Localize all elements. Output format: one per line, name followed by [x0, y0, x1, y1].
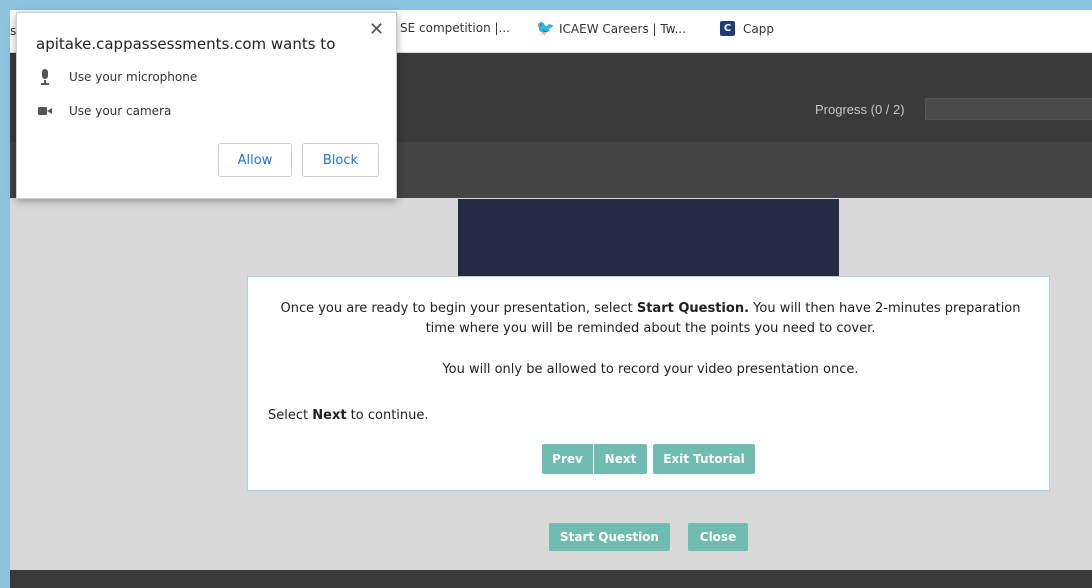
bookmark-capp[interactable]: C Capp	[720, 21, 774, 36]
allow-button[interactable]: Allow	[218, 143, 292, 177]
tutorial-note: You will only be allowed to record your …	[442, 362, 859, 377]
block-button[interactable]: Block	[302, 143, 379, 177]
bookmark-label: Capp	[743, 21, 774, 36]
permission-popup: apitake.cappassessments.com wants to ✕ U…	[16, 12, 397, 199]
permission-title: apitake.cappassessments.com wants to	[36, 35, 336, 53]
progress-bar	[925, 98, 1092, 120]
capp-icon: C	[720, 21, 735, 36]
tutorial-instructions: Once you are ready to begin your present…	[278, 299, 1023, 339]
instruction-emphasis: Start Question.	[636, 301, 750, 316]
hint-emphasis: Next	[312, 408, 347, 423]
camera-icon	[37, 103, 53, 119]
twitter-icon: 🐦	[536, 19, 555, 37]
instruction-text: Once you are ready to begin your present…	[280, 301, 637, 316]
bookmark-se-competition[interactable]: SE competition |...	[400, 21, 510, 35]
permission-label: Use your camera	[69, 104, 172, 118]
prev-button[interactable]: Prev	[542, 444, 594, 474]
progress-label: Progress (0 / 2)	[815, 102, 905, 117]
tutorial-continue-hint: Select Next to continue.	[268, 408, 429, 423]
bookmark-label: SE competition |...	[400, 21, 510, 35]
permission-microphone: Use your microphone	[37, 69, 197, 85]
close-button[interactable]: Close	[688, 523, 748, 551]
next-button[interactable]: Next	[594, 444, 647, 474]
hint-text: Select	[268, 408, 313, 423]
tutorial-buttons: Prev Next Exit Tutorial	[542, 444, 755, 474]
bookmark-label: ICAEW Careers | Tw...	[559, 21, 686, 36]
video-preview	[458, 199, 839, 279]
hint-text: to continue.	[346, 408, 429, 423]
start-question-button[interactable]: Start Question	[549, 523, 670, 551]
close-icon[interactable]: ✕	[369, 19, 384, 40]
exit-tutorial-button[interactable]: Exit Tutorial	[653, 444, 755, 474]
bookmark-icaew-careers[interactable]: 🐦 ICAEW Careers | Tw...	[536, 21, 686, 36]
microphone-icon	[37, 69, 53, 85]
footer-bar	[10, 570, 1092, 588]
permission-label: Use your microphone	[69, 70, 198, 84]
tutorial-dialog: Once you are ready to begin your present…	[247, 276, 1050, 491]
permission-camera: Use your camera	[37, 103, 171, 119]
